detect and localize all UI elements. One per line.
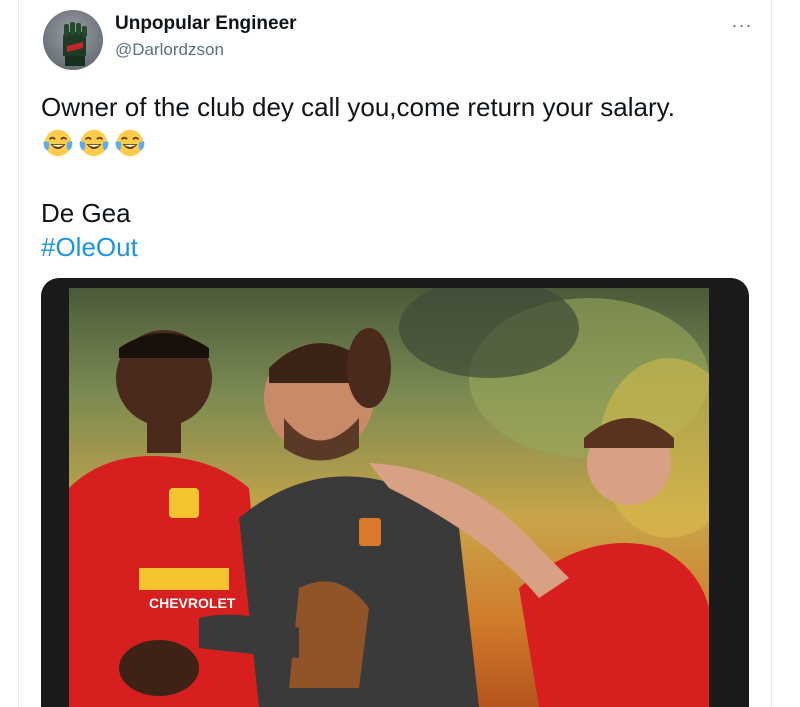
more-options-button[interactable]: ···	[727, 10, 757, 40]
hashtag-link[interactable]: #OleOut	[41, 230, 138, 264]
tweet-text: Owner of the club dey call you,come retu…	[41, 92, 675, 122]
face-with-tears-of-joy-icon	[115, 129, 145, 157]
players-photo-illustration: CHEVROLET	[69, 288, 709, 707]
photo: CHEVROLET	[69, 288, 709, 707]
face-with-tears-of-joy-icon	[79, 129, 109, 157]
tweet-detail-text: De Gea	[41, 198, 131, 228]
author-handle[interactable]: @Darlordzson	[115, 40, 224, 60]
raised-fist-icon	[63, 22, 87, 66]
avatar[interactable]	[43, 10, 103, 70]
author-name[interactable]: Unpopular Engineer	[115, 13, 297, 35]
tweet-media[interactable]: CHEVROLET	[41, 278, 749, 707]
tweet-card: Unpopular Engineer @Darlordzson ··· Owne…	[18, 0, 772, 707]
emoji-row	[41, 126, 147, 158]
sponsor-text: CHEVROLET	[149, 595, 236, 611]
face-with-tears-of-joy-icon	[43, 129, 73, 157]
